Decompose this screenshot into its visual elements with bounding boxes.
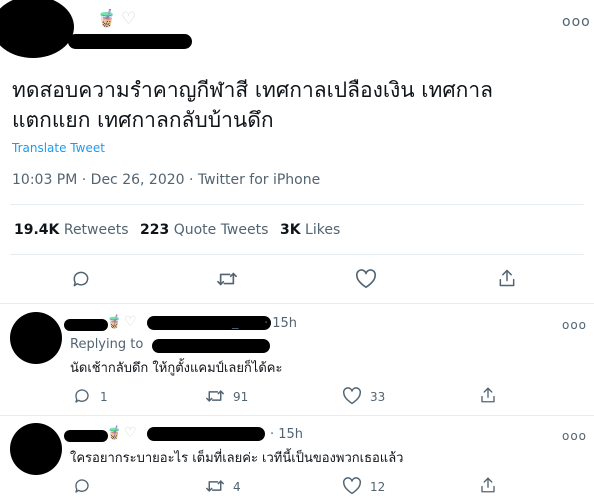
reply-avatar[interactable]	[10, 423, 62, 475]
reply-icon[interactable]	[73, 477, 91, 495]
redacted-handle[interactable]	[147, 316, 271, 330]
divider	[0, 415, 594, 416]
white-heart-icon: ♡	[121, 9, 137, 29]
quote-tweets-count: 223	[140, 222, 170, 238]
reply-count: 1	[100, 390, 108, 404]
retweet-count: 91	[233, 390, 249, 404]
like-icon[interactable]	[342, 477, 362, 495]
tweet-text-line-2: แตกแยก เทศกาลกลับบ้านดึก	[12, 108, 274, 132]
like-count: 12	[370, 480, 386, 494]
retweets-count: 19.4K	[14, 222, 60, 238]
reply-text: ใครอยากระบายอะไร เต็มที่เลยค่ะ เวทีนี้เป…	[70, 451, 404, 466]
redacted-replying-handle[interactable]	[152, 339, 270, 353]
redacted-name[interactable]	[64, 319, 108, 331]
like-count: 33	[370, 390, 386, 404]
reply-icon[interactable]	[73, 387, 91, 405]
more-options-icon[interactable]: ooo	[562, 318, 587, 332]
retweet-icon[interactable]	[216, 269, 238, 289]
likes-stat[interactable]: 3K Likes	[280, 222, 340, 238]
white-heart-icon: ♡	[124, 425, 137, 441]
display-name-emoji: 🧋	[106, 426, 123, 441]
replying-to-label: Replying to	[70, 337, 144, 352]
retweets-stat[interactable]: 19.4K Retweets	[14, 222, 129, 238]
tweet-timestamp[interactable]: 10:03 PM · Dec 26, 2020 · Twitter for iP…	[12, 172, 320, 188]
display-name-emoji: 🧋	[106, 315, 123, 330]
retweets-label: Retweets	[63, 222, 129, 238]
divider	[0, 303, 594, 304]
retweet-icon[interactable]	[205, 387, 225, 405]
reply-avatar[interactable]	[10, 312, 62, 364]
retweet-icon[interactable]	[205, 477, 225, 495]
divider	[10, 254, 584, 255]
reply-time[interactable]: · 15h	[264, 316, 297, 331]
quote-tweets-stat[interactable]: 223 Quote Tweets	[140, 222, 268, 238]
like-icon[interactable]	[355, 269, 377, 289]
more-options-icon[interactable]: ooo	[562, 14, 591, 30]
redacted-handle[interactable]	[147, 427, 265, 441]
tweet-text-line-1: ทดสอบความรำคาญกีฬาสี เทศกาลเปลืองเงิน เท…	[12, 78, 494, 102]
retweet-count: 4	[233, 480, 241, 494]
display-name-emoji: 🧋	[96, 9, 118, 29]
redacted-name[interactable]	[64, 430, 108, 442]
handle-underscore: _	[232, 315, 239, 330]
more-options-icon[interactable]: ooo	[562, 429, 587, 443]
like-icon[interactable]	[342, 387, 362, 405]
reply-icon[interactable]	[71, 269, 91, 289]
avatar[interactable]	[0, 0, 74, 58]
reply-time[interactable]: · 15h	[270, 427, 303, 442]
share-icon[interactable]	[479, 386, 497, 404]
reply-text: นัดเช้ากลับดึก ให้กูตั้งแคมป์เลยก็ได้คะ	[70, 361, 283, 376]
likes-label: Likes	[305, 222, 341, 238]
redacted-username[interactable]	[68, 34, 192, 49]
quote-tweets-label: Quote Tweets	[173, 222, 269, 238]
share-icon[interactable]	[497, 268, 517, 288]
likes-count: 3K	[280, 222, 301, 238]
divider	[10, 204, 584, 205]
translate-tweet-link[interactable]: Translate Tweet	[12, 141, 105, 155]
share-icon[interactable]	[479, 476, 497, 494]
white-heart-icon: ♡	[124, 314, 137, 330]
